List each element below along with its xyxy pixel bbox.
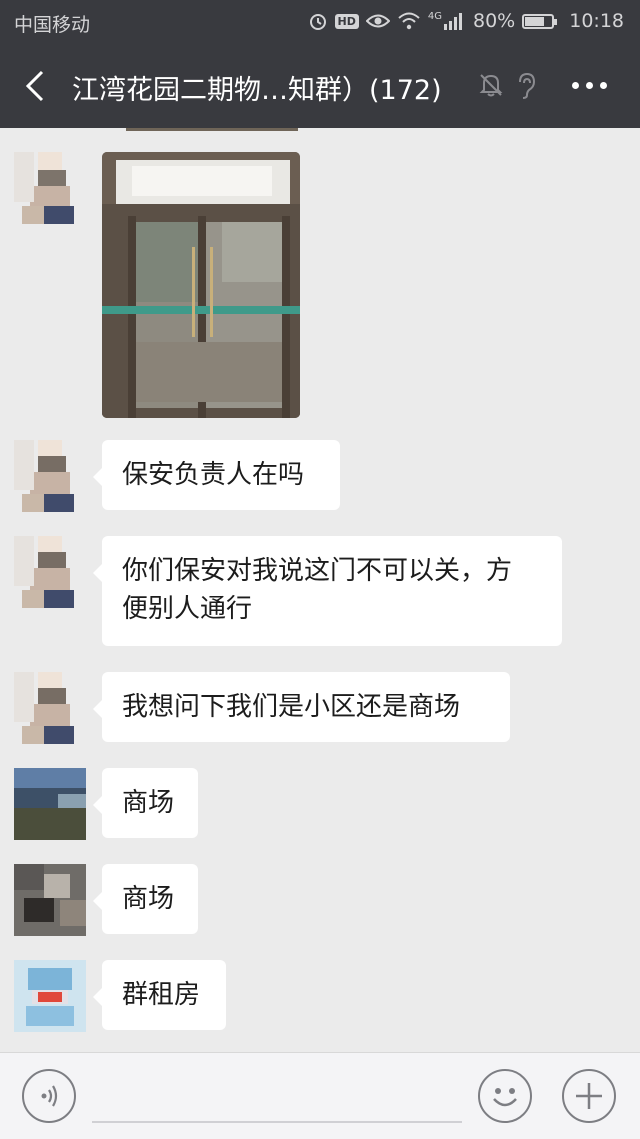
emoji-icon	[493, 1088, 517, 1107]
carrier-name: 中国移动	[14, 14, 91, 36]
status-bar: 中国移动 HD 4G 80% 10:18	[0, 0, 640, 44]
avatar[interactable]	[14, 768, 86, 840]
network-type: 4G	[427, 11, 442, 22]
message-bubble[interactable]: 群租房	[93, 960, 226, 1030]
clock: 10:18	[569, 10, 624, 32]
message-text: 我想问下我们是小区还是商场	[122, 692, 461, 722]
more-icon[interactable]	[570, 82, 610, 92]
ear-icon	[519, 72, 536, 99]
message-list[interactable]: 保安负责人在吗 你们保安对我说这门不可以关，方 便别人通行 我想问下我们是小区还…	[0, 128, 640, 1052]
message-text: 商场	[122, 788, 175, 818]
message-bubble[interactable]: 你们保安对我说这门不可以关，方 便别人通行	[93, 536, 562, 646]
back-icon[interactable]	[22, 68, 52, 104]
plus-icon	[576, 1083, 602, 1109]
battery-icon	[522, 13, 558, 29]
chat-header: 江湾花园二期物…知群）(172)	[0, 44, 640, 128]
message-bubble[interactable]: 我想问下我们是小区还是商场	[93, 672, 510, 742]
message-bubble[interactable]: 商场	[93, 864, 198, 934]
hd-icon: HD	[334, 13, 359, 29]
avatar[interactable]	[14, 440, 86, 512]
message-text: 群租房	[122, 980, 201, 1010]
alarm-icon	[309, 14, 326, 30]
avatar[interactable]	[14, 672, 86, 744]
signal-icon	[444, 13, 462, 30]
door-photo[interactable]	[102, 152, 300, 418]
message-input[interactable]	[92, 1071, 462, 1123]
input-bar	[0, 1052, 640, 1139]
avatar[interactable]	[14, 536, 86, 608]
voice-button[interactable]	[22, 1069, 76, 1123]
message-bubble[interactable]: 商场	[93, 768, 198, 838]
battery-percent: 80%	[473, 10, 516, 32]
avatar[interactable]	[14, 864, 86, 936]
emoji-button[interactable]	[478, 1069, 532, 1123]
previous-image-edge	[126, 128, 298, 131]
avatar[interactable]	[14, 152, 86, 224]
mute-bell-icon	[479, 74, 503, 97]
message-text: 商场	[122, 884, 175, 914]
avatar[interactable]	[14, 960, 86, 1032]
message-text-line: 便别人通行	[122, 594, 253, 624]
voice-icon	[41, 1085, 58, 1107]
message-text: 保安负责人在吗	[122, 460, 305, 490]
chat-title[interactable]: 江湾花园二期物…知群）(172)	[72, 68, 442, 107]
battery-fill	[525, 16, 545, 26]
glass-door-image	[102, 152, 300, 418]
eye-icon	[365, 14, 390, 28]
message-bubble[interactable]: 保安负责人在吗	[93, 440, 340, 510]
more-functions-button[interactable]	[562, 1069, 616, 1123]
message-text-line: 你们保安对我说这门不可以关，方	[122, 556, 513, 586]
wifi-icon	[398, 12, 420, 30]
